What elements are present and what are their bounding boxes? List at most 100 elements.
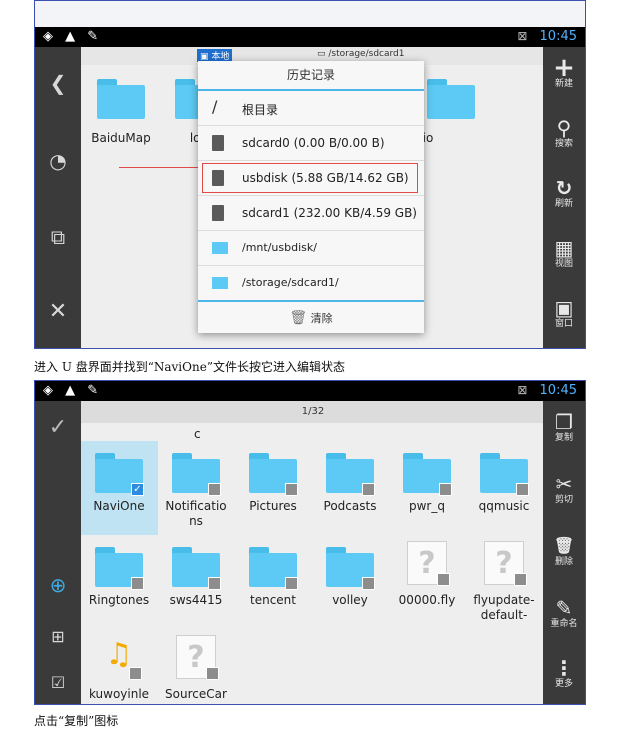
grid-item-label: kuwoyinle <box>88 687 150 701</box>
grid-item[interactable]: Pictures <box>235 441 312 535</box>
more-button[interactable]: ⋮ 更多 <box>543 657 585 690</box>
chevron-left-icon[interactable]: ❮ <box>35 71 81 95</box>
copy-button[interactable]: ❐ 复制 <box>543 411 585 444</box>
select-checkbox[interactable]: ✓ <box>131 483 144 496</box>
grid-item-label: tencent <box>250 593 296 607</box>
grid-item[interactable]: qqmusic <box>466 441 543 535</box>
refresh-button[interactable]: ↻ 刷新 <box>543 177 585 210</box>
grid-item[interactable]: tencent <box>235 535 312 629</box>
select-checkbox[interactable] <box>439 483 452 496</box>
close-icon[interactable]: ✕ <box>35 299 81 324</box>
status-time: 10:45 <box>539 383 577 398</box>
top-blank-area <box>35 1 585 27</box>
select-all-icon[interactable]: ☑ <box>35 673 81 692</box>
grid-item[interactable]: ? 00000.fly <box>389 535 466 629</box>
history-item-storage-sdcard1[interactable]: /storage/sdcard1/ <box>198 266 424 302</box>
grid-item-label: Ringtones <box>88 593 150 607</box>
select-checkbox[interactable] <box>362 483 375 496</box>
scissors-icon: ✂ <box>555 472 573 496</box>
grid-item[interactable]: Ringtones <box>81 535 158 629</box>
grid-item-label: Podcasts <box>323 499 377 513</box>
folder-icon <box>212 277 228 289</box>
grid-item[interactable]: Podcasts <box>312 441 389 535</box>
select-checkbox[interactable] <box>285 577 298 590</box>
select-checkbox[interactable] <box>437 573 450 586</box>
select-checkbox[interactable] <box>208 577 221 590</box>
select-checkbox[interactable] <box>514 573 527 586</box>
history-dialog: 历史记录 / 根目录 sdcard0 (0.00 B/0.00 B) usbdi… <box>198 61 424 333</box>
search-icon: ⚲ <box>556 116 572 140</box>
grid-item-label: Pictures <box>249 499 297 513</box>
copy-icon: ❐ <box>555 410 573 434</box>
grid-item-label: qqmusic <box>478 499 530 513</box>
delete-button[interactable]: 🗑 删除 <box>543 535 585 568</box>
selection-bar: 1/32 <box>81 401 545 423</box>
file-grid: ✓ NaviOne Notificatio ns Pictures Podcasts pwr… <box>81 441 545 704</box>
select-checkbox[interactable] <box>131 577 144 590</box>
signal-icon: ⊠ <box>517 383 528 397</box>
history-item-usbdisk[interactable]: usbdisk (5.88 GB/14.62 GB) <box>198 161 424 196</box>
dialog-title: 历史记录 <box>198 61 424 91</box>
history-item-sdcard1[interactable]: sdcard1 (232.00 KB/4.59 GB) <box>198 196 424 231</box>
sdcard-icon <box>212 135 224 151</box>
status-bar: ◈ ▲ ✎ ⊠ 10:45 <box>35 27 585 47</box>
left-sidebar: ✓ ⊕ ⊞ ☑ <box>35 401 81 704</box>
select-checkbox[interactable] <box>285 483 298 496</box>
status-right: ⊠ 10:45 <box>517 383 577 398</box>
screenshot-edit-mode: ◈ ▲ ✎ ⊠ 10:45 1/32 c ✓ ⊕ ⊞ ☑ ❐ 复制 ✂ 剪切 🗑… <box>34 380 586 705</box>
refresh-icon: ↻ <box>555 176 573 200</box>
folder-icon <box>427 79 475 119</box>
history-item-mnt-usbdisk[interactable]: /mnt/usbdisk/ <box>198 231 424 266</box>
status-right: ⊠ 10:45 <box>517 29 577 44</box>
grid-item-label: sws4415 <box>169 593 223 607</box>
select-checkbox[interactable] <box>516 483 529 496</box>
grid-item[interactable]: Notificatio ns <box>158 441 235 535</box>
signal-icon: ⊠ <box>517 29 528 43</box>
screenshot-history-dialog: ◈ ▲ ✎ ⊠ 10:45 ▣ 本地 ▭ /storage/sdcard1 ❮ … <box>34 0 586 349</box>
selection-counter: 1/32 <box>301 406 325 417</box>
grid-item[interactable]: volley <box>312 535 389 629</box>
globe-search-icon[interactable]: ⊕ <box>35 573 81 597</box>
folder-icon <box>97 79 145 119</box>
history-item-sdcard0[interactable]: sdcard0 (0.00 B/0.00 B) <box>198 126 424 161</box>
select-checkbox[interactable] <box>208 483 221 496</box>
select-checkbox[interactable] <box>206 667 219 680</box>
grid-item[interactable]: pwr_q <box>389 441 466 535</box>
clear-button[interactable]: 🗑 清除 <box>198 303 424 333</box>
right-sidebar: ❐ 复制 ✂ 剪切 🗑 删除 ✎ 重命名 ⋮ 更多 <box>543 401 585 704</box>
search-button[interactable]: ⚲ 搜索 <box>543 117 585 150</box>
cut-button[interactable]: ✂ 剪切 <box>543 473 585 506</box>
select-range-icon[interactable]: ⊞ <box>35 627 81 646</box>
right-sidebar: + 新建 ⚲ 搜索 ↻ 刷新 ▦ 视图 ▣ 窗口 <box>543 47 585 348</box>
path-crumb[interactable]: ▭ /storage/sdcard1 <box>317 49 404 59</box>
status-icons: ◈ ▲ ✎ <box>43 29 103 44</box>
grid-item[interactable]: ♫ kuwoyinle <box>81 629 158 704</box>
select-checkbox[interactable] <box>362 577 375 590</box>
plus-icon: + <box>553 53 575 83</box>
caption-step-1: 进入 U 盘界面并找到“NaviOne”文件长按它进入编辑状态 <box>34 360 345 374</box>
grid-item-label: 00000.fly <box>398 593 456 607</box>
left-sidebar: ❮ ◔ ⧉ ✕ <box>35 47 81 348</box>
view-button[interactable]: ▦ 视图 <box>543 237 585 270</box>
windows-icon[interactable]: ⧉ <box>35 225 81 249</box>
more-icon: ⋮ <box>554 656 574 680</box>
grid-item[interactable]: ? flyupdate-default- <box>466 535 543 629</box>
status-icons: ◈ ▲ ✎ <box>43 383 103 398</box>
select-checkbox[interactable] <box>129 667 142 680</box>
new-button[interactable]: + 新建 <box>543 53 585 90</box>
grid-item-label: volley <box>332 593 368 607</box>
history-item-root[interactable]: / 根目录 <box>198 91 424 126</box>
grid-icon: ▦ <box>554 236 574 260</box>
history-icon[interactable]: ◔ <box>35 149 81 173</box>
grid-item[interactable]: sws4415 <box>158 535 235 629</box>
grid-item-label: Notificatio ns <box>165 499 227 528</box>
grid-item[interactable]: ✓ NaviOne <box>81 441 158 535</box>
rename-button[interactable]: ✎ 重命名 <box>543 597 585 630</box>
grid-item[interactable]: ? SourceCar <box>158 629 235 704</box>
checkmark-icon[interactable]: ✓ <box>35 415 81 440</box>
folder-icon <box>212 242 228 254</box>
sdcard-icon <box>212 170 224 186</box>
window-button[interactable]: ▣ 窗口 <box>543 297 585 330</box>
slash-icon: / <box>212 97 218 116</box>
grid-item-label: NaviOne <box>93 499 145 513</box>
